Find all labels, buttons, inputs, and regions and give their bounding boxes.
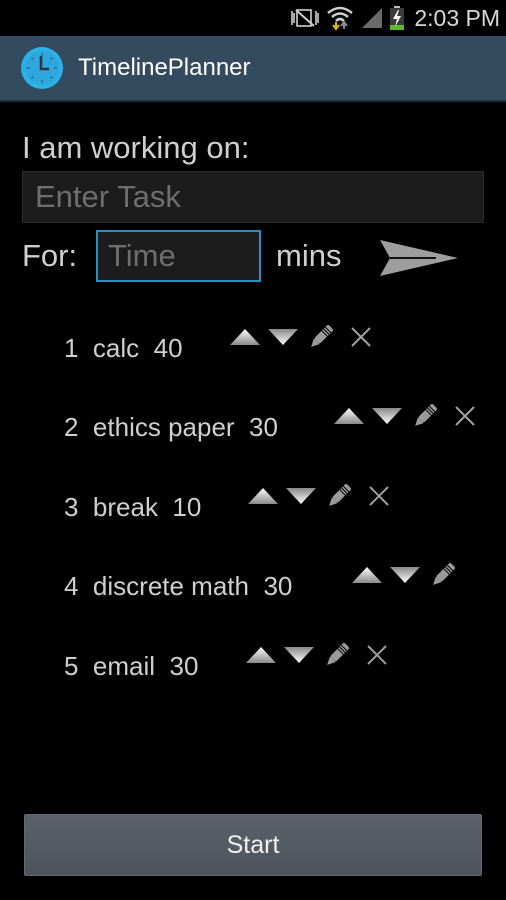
close-icon[interactable] — [348, 324, 374, 350]
triangle-down-icon[interactable] — [370, 406, 404, 426]
clock-icon[interactable] — [20, 46, 64, 90]
task-row[interactable]: 3 break 10 — [64, 487, 201, 527]
add-task-button[interactable] — [378, 236, 460, 280]
pencil-icon[interactable] — [410, 401, 440, 431]
task-name: break — [92, 491, 158, 522]
pencil-icon[interactable] — [322, 640, 352, 670]
task-controls — [228, 322, 374, 352]
task-minutes: 40 — [153, 332, 183, 363]
task-row[interactable]: 5 email 30 — [64, 646, 198, 686]
triangle-up-icon[interactable] — [350, 565, 384, 585]
action-bar: TimelinePlanner — [0, 36, 506, 102]
task-number: 1 — [64, 332, 79, 363]
triangle-up-icon[interactable] — [228, 327, 262, 347]
task-name: email — [92, 650, 156, 681]
triangle-up-icon[interactable] — [244, 645, 278, 665]
send-arrow-icon — [378, 240, 460, 284]
task-controls — [244, 640, 390, 670]
wifi-icon — [326, 6, 354, 31]
task-number: 5 — [64, 650, 79, 681]
close-icon[interactable] — [366, 483, 392, 509]
start-button[interactable]: Start — [24, 814, 482, 876]
task-text: 2 ethics paper 30 — [64, 412, 278, 443]
task-text: 5 email 30 — [64, 651, 198, 682]
triangle-down-icon[interactable] — [282, 645, 316, 665]
app-title: TimelinePlanner — [78, 54, 251, 81]
status-time: 2:03 PM — [414, 4, 500, 31]
task-name: discrete math — [92, 570, 249, 601]
mute-vibrate-icon — [290, 6, 320, 30]
task-name: calc — [92, 332, 140, 363]
task-text: 3 break 10 — [64, 492, 201, 523]
task-row[interactable]: 4 discrete math 30 — [64, 566, 292, 606]
task-row[interactable]: 2 ethics paper 30 — [64, 407, 278, 447]
task-number: 2 — [64, 411, 79, 442]
for-label: For: — [22, 238, 78, 273]
triangle-down-icon[interactable] — [388, 565, 422, 585]
triangle-up-icon[interactable] — [332, 406, 366, 426]
time-input[interactable] — [96, 230, 261, 282]
status-bar: 2:03 PM — [0, 0, 506, 36]
triangle-down-icon[interactable] — [284, 486, 318, 506]
task-controls — [246, 481, 392, 511]
battery-charging-icon — [390, 6, 405, 30]
task-controls — [350, 560, 458, 590]
triangle-down-icon[interactable] — [266, 327, 300, 347]
pencil-icon[interactable] — [428, 560, 458, 590]
task-minutes: 30 — [249, 411, 278, 442]
task-row[interactable]: 1 calc 40 — [64, 328, 183, 368]
close-icon[interactable] — [452, 403, 478, 429]
mins-label: mins — [276, 238, 342, 273]
task-number: 3 — [64, 491, 79, 522]
signal-icon — [360, 6, 384, 30]
task-text: 1 calc 40 — [64, 333, 183, 364]
task-text: 4 discrete math 30 — [64, 571, 292, 602]
triangle-up-icon[interactable] — [246, 486, 280, 506]
task-minutes: 30 — [263, 570, 293, 601]
pencil-icon[interactable] — [324, 481, 354, 511]
task-input[interactable] — [22, 171, 484, 223]
task-controls — [332, 401, 478, 431]
task-minutes: 30 — [169, 650, 199, 681]
task-name: ethics paper — [92, 411, 235, 442]
close-icon[interactable] — [364, 642, 390, 668]
task-number: 4 — [64, 570, 79, 601]
task-label: I am working on: — [22, 130, 250, 165]
pencil-icon[interactable] — [306, 322, 336, 352]
task-minutes: 10 — [172, 491, 202, 522]
